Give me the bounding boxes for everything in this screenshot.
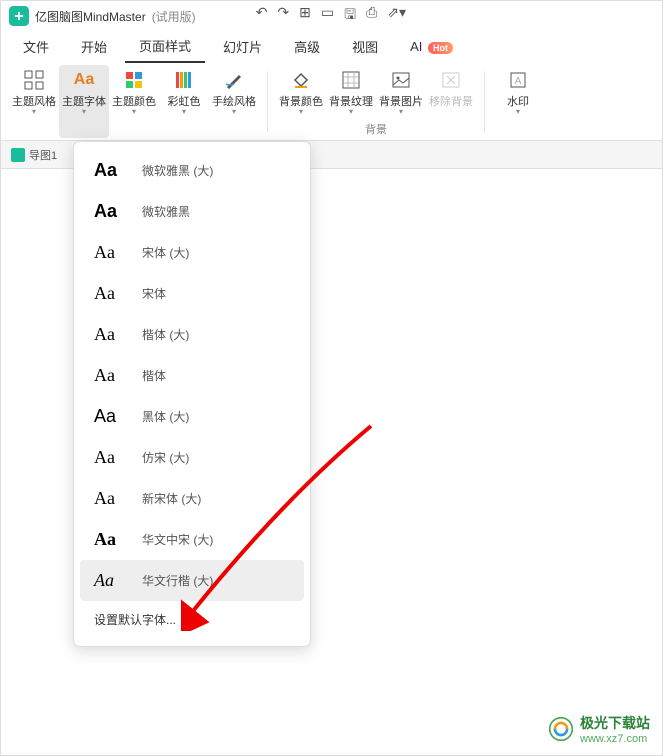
font-sample: Aa [94,570,124,591]
chevron-down-icon: ▾ [82,109,86,115]
undo-icon[interactable]: ↶ [256,4,268,28]
site-watermark: 极光下载站 www.xz7.com [548,713,650,745]
divider [484,71,485,132]
app-title: 亿图脑图MindMaster [35,8,146,25]
font-option[interactable]: Aa 黑体 (大) [80,396,304,437]
font-sample: Aa [94,529,124,550]
title-bar: 亿图脑图MindMaster (试用版) ↶ ↷ ⊞ ▭ 🖫 ⎙ ⇗▾ [1,1,662,31]
font-sample: Aa [94,447,124,468]
bucket-icon [291,69,311,91]
theme-font-button[interactable]: Aa 主题字体 ▾ [59,65,109,138]
font-option[interactable]: Aa 微软雅黑 [80,191,304,232]
font-name: 楷体 [142,367,166,384]
texture-icon [341,69,361,91]
font-name: 新宋体 (大) [142,490,201,507]
menu-advanced[interactable]: 高级 [280,31,334,62]
chevron-down-icon: ▾ [349,109,353,115]
chevron-down-icon: ▾ [399,109,403,115]
chevron-down-icon: ▾ [182,109,186,115]
palette-icon [124,69,144,91]
grid-icon [24,69,44,91]
font-option[interactable]: Aa 楷体 (大) [80,314,304,355]
font-option[interactable]: Aa 楷体 [80,355,304,396]
font-option[interactable]: Aa 华文中宋 (大) [80,519,304,560]
menu-start[interactable]: 开始 [67,31,121,62]
menu-ai[interactable]: AI Hot [396,33,467,60]
chevron-down-icon: ▾ [132,109,136,115]
watermark-icon: A [508,69,528,91]
bg-texture-button[interactable]: 背景纹理 ▾ [326,65,376,119]
menu-file[interactable]: 文件 [9,31,63,62]
ribbon: 主题风格 ▾ Aa 主题字体 ▾ 主题颜色 ▾ 彩虹色 ▾ 手绘风格 ▾ 背景颜… [1,61,662,141]
hot-badge: Hot [428,42,453,54]
doc-icon [11,148,25,162]
theme-color-button[interactable]: 主题颜色 ▾ [109,65,159,138]
redo-icon[interactable]: ↷ [277,4,289,28]
pen-icon [224,69,244,91]
font-name: 微软雅黑 (大) [142,162,213,179]
theme-style-button[interactable]: 主题风格 ▾ [9,65,59,138]
font-name: 黑体 (大) [142,408,189,425]
divider [267,71,268,132]
remove-bg-button[interactable]: 移除背景 [426,65,476,119]
save-icon[interactable]: 🖫 [344,4,356,28]
chevron-down-icon: ▾ [299,109,303,115]
sketch-button[interactable]: 手绘风格 ▾ [209,65,259,138]
menu-page-style[interactable]: 页面样式 [125,30,205,63]
watermark-site: 极光下载站 [580,713,650,733]
font-option[interactable]: Aa 宋体 [80,273,304,314]
font-option[interactable]: Aa 微软雅黑 (大) [80,150,304,191]
chevron-down-icon: ▾ [232,109,236,115]
image-icon [391,69,411,91]
chevron-down-icon: ▾ [32,109,36,115]
font-option[interactable]: Aa 仿宋 (大) [80,437,304,478]
remove-bg-icon [441,69,461,91]
menu-view[interactable]: 视图 [338,31,392,62]
document-tab[interactable]: 导图1 [11,147,57,163]
rainbow-button[interactable]: 彩虹色 ▾ [159,65,209,138]
rainbow-icon [174,69,194,91]
bg-image-button[interactable]: 背景图片 ▾ [376,65,426,119]
font-option[interactable]: Aa 新宋体 (大) [80,478,304,519]
font-sample: Aa [94,160,124,181]
font-sample: Aa [94,488,124,509]
font-sample: Aa [94,201,124,222]
font-option[interactable]: Aa 宋体 (大) [80,232,304,273]
font-name: 微软雅黑 [142,203,190,220]
svg-text:A: A [515,76,522,87]
chevron-down-icon: ▾ [516,109,520,115]
app-logo-icon [9,6,29,26]
print-icon[interactable]: ⎙ [366,4,377,28]
menu-bar: 文件 开始 页面样式 幻灯片 高级 视图 AI Hot [1,31,662,61]
font-name: 宋体 (大) [142,244,189,261]
font-name: 楷体 (大) [142,326,189,343]
font-icon: Aa [74,69,94,91]
quick-access-toolbar: ↶ ↷ ⊞ ▭ 🖫 ⎙ ⇗▾ [256,4,406,28]
set-default-font[interactable]: 设置默认字体... [80,601,304,638]
font-sample: Aa [94,365,124,386]
font-option[interactable]: Aa 华文行楷 (大) [80,560,304,601]
font-name: 华文行楷 (大) [142,572,213,589]
group-label-bg: 背景 [365,119,387,139]
font-sample: Aa [94,283,124,304]
font-name: 仿宋 (大) [142,449,189,466]
add-icon[interactable]: ⊞ [299,4,311,28]
font-name: 华文中宋 (大) [142,531,213,548]
font-sample: Aa [94,406,124,427]
app-version: (试用版) [152,8,196,25]
bg-color-button[interactable]: 背景颜色 ▾ [276,65,326,119]
font-sample: Aa [94,324,124,345]
share-icon[interactable]: ⇗▾ [387,4,406,28]
watermark-url: www.xz7.com [580,733,650,745]
font-name: 宋体 [142,285,166,302]
font-dropdown: Aa 微软雅黑 (大) Aa 微软雅黑 Aa 宋体 (大) Aa 宋体 Aa 楷体 (大) Aa 楷体… [73,141,311,647]
font-sample: Aa [94,242,124,263]
watermark-button[interactable]: A 水印 ▾ [493,65,543,138]
menu-slides[interactable]: 幻灯片 [209,31,276,62]
watermark-logo-icon [548,716,574,742]
open-icon[interactable]: ▭ [321,4,334,28]
